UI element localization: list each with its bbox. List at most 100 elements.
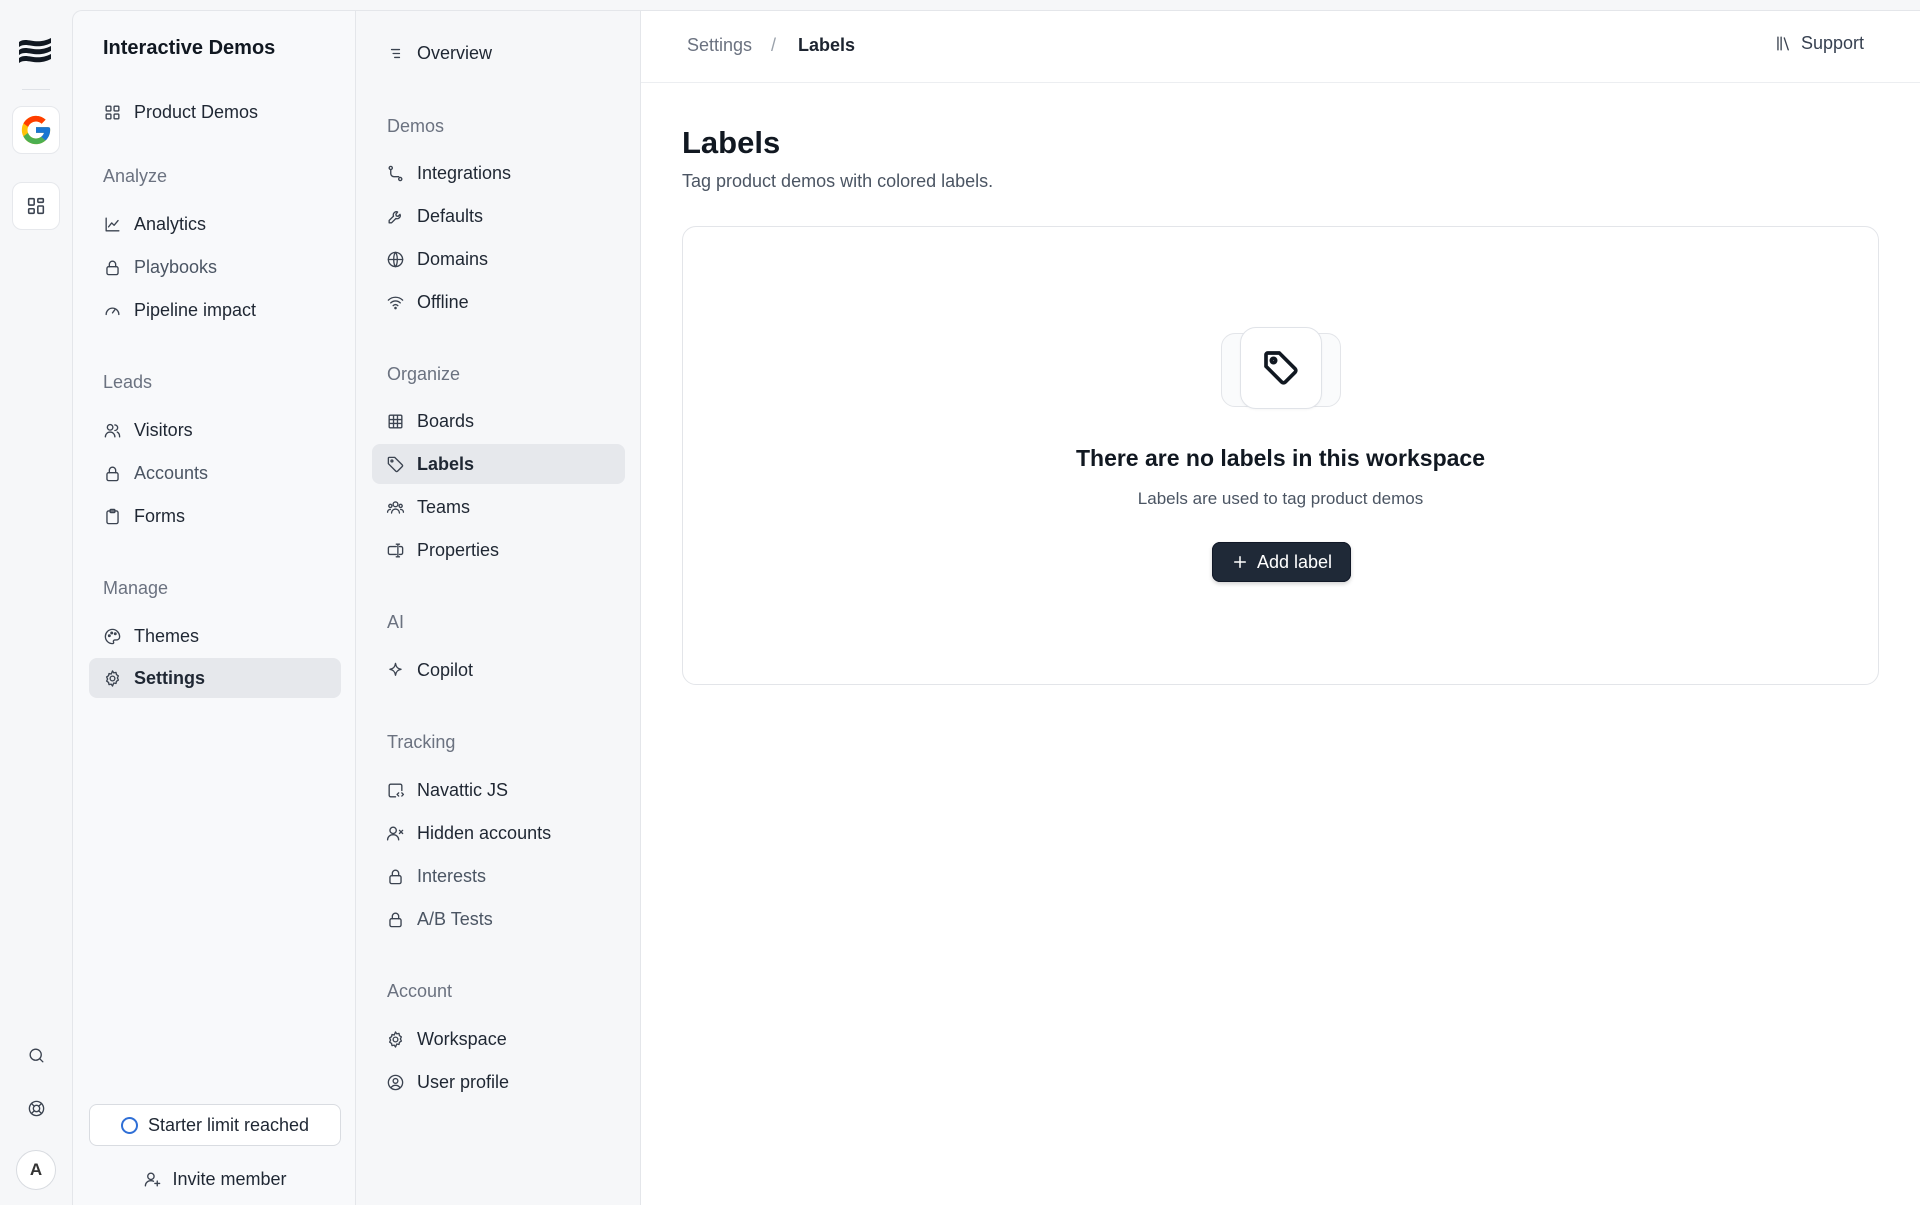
limit-ring-icon [120, 1116, 138, 1134]
workspace-title: Interactive Demos [103, 37, 276, 59]
sidebar-item-pipeline-impact[interactable]: Pipeline impact [89, 290, 341, 330]
subnav-item-workspace[interactable]: Workspace [372, 1019, 625, 1059]
sidebar-item-label: Settings [134, 667, 206, 688]
section-tracking: Tracking [387, 732, 456, 752]
subnav-item-teams[interactable]: Teams [372, 487, 625, 527]
grid-icon [103, 103, 122, 122]
clipboard-icon [103, 507, 122, 526]
user-x-icon [386, 824, 405, 843]
page-title: Labels [682, 125, 781, 160]
users-icon [103, 421, 122, 440]
subnav-item-label: Teams [417, 496, 471, 517]
add-label-text: Add label [1256, 551, 1333, 572]
subnav-item-label: Domains [417, 248, 489, 269]
gear-icon [386, 1030, 405, 1049]
invite-member-button[interactable]: Invite member [89, 1159, 341, 1199]
section-ai: AI [387, 612, 405, 632]
subnav-item-offline[interactable]: Offline [372, 282, 625, 322]
sidebar-item-label: Forms [134, 505, 185, 526]
search-button[interactable] [12, 1035, 60, 1075]
subnav-item-label: Navattic JS [417, 779, 509, 800]
user-circle-icon [386, 1073, 405, 1092]
sidebar-item-playbooks[interactable]: Playbooks [89, 247, 341, 287]
invite-label: Invite member [172, 1168, 287, 1189]
code-file-icon [386, 781, 405, 800]
subnav-item-interests[interactable]: Interests [372, 856, 625, 896]
sidebar-item-visitors[interactable]: Visitors [89, 410, 341, 450]
line-chart-icon [103, 215, 122, 234]
section-manage: Manage [103, 578, 169, 598]
help-button[interactable] [12, 1088, 60, 1128]
subnav-item-navattic-js[interactable]: Navattic JS [372, 770, 625, 810]
subnav-item-labels[interactable]: Labels [372, 444, 625, 484]
sparkle-icon [386, 661, 405, 680]
subnav-item-label: Boards [417, 410, 475, 431]
subnav-item-ab-tests[interactable]: A/B Tests [372, 899, 625, 939]
section-account: Account [387, 981, 453, 1001]
navattic-logo-icon[interactable] [13, 28, 57, 72]
table-grid-icon [386, 412, 405, 431]
section-leads: Leads [103, 372, 153, 392]
globe-icon [386, 250, 405, 269]
subnav-item-properties[interactable]: Properties [372, 530, 625, 570]
subnav-item-label: Integrations [417, 162, 512, 183]
subnav-item-label: Overview [417, 42, 493, 63]
team-icon [386, 498, 405, 517]
subnav-item-label: Interests [417, 865, 487, 886]
apps-grid-icon [25, 195, 47, 217]
lock-icon [386, 867, 405, 886]
avatar[interactable]: A [16, 1150, 56, 1190]
sidebar-item-product-demos[interactable]: Product Demos [89, 92, 341, 132]
gauge-icon [103, 301, 122, 320]
page-subtitle: Tag product demos with colored labels. [682, 171, 994, 191]
topbar: Settings / Labels Support [641, 11, 1920, 83]
tag-icon [386, 455, 405, 474]
subnav-item-defaults[interactable]: Defaults [372, 196, 625, 236]
sidebar-item-themes[interactable]: Themes [89, 616, 341, 656]
workspace-google-button[interactable] [12, 106, 60, 154]
tag-icon [1240, 327, 1322, 409]
help-lifebuoy-icon [27, 1099, 46, 1118]
subnav-item-copilot[interactable]: Copilot [372, 650, 625, 690]
subnav-item-label: Offline [417, 291, 469, 312]
section-demos: Demos [387, 116, 445, 136]
subnav-item-label: A/B Tests [417, 908, 493, 929]
sidebar-item-label: Pipeline impact [134, 299, 257, 320]
subnav-item-label: Properties [417, 539, 500, 560]
sidebar-item-label: Analytics [134, 213, 207, 234]
plus-icon [1233, 556, 1246, 568]
subnav-item-domains[interactable]: Domains [372, 239, 625, 279]
subnav-item-integrations[interactable]: Integrations [372, 153, 625, 193]
add-label-button[interactable]: Add label [1212, 542, 1351, 582]
subnav-item-label: Workspace [417, 1028, 507, 1049]
subnav-item-overview[interactable]: Overview [372, 33, 625, 73]
search-icon [27, 1046, 46, 1065]
starter-limit-button[interactable]: Starter limit reached [89, 1104, 341, 1146]
main-sidebar: Interactive Demos Product Demos Analyze … [72, 10, 356, 1205]
subnav-item-boards[interactable]: Boards [372, 401, 625, 441]
subnav-item-user-profile[interactable]: User profile [372, 1062, 625, 1102]
empty-state-illustration [1221, 327, 1341, 411]
rail-divider [22, 89, 50, 90]
library-icon [1774, 34, 1793, 53]
google-icon [21, 115, 51, 145]
subnav-item-hidden-accounts[interactable]: Hidden accounts [372, 813, 625, 853]
section-organize: Organize [387, 364, 461, 384]
user-plus-icon [143, 1170, 162, 1189]
breadcrumb-settings[interactable]: Settings [687, 35, 752, 56]
sidebar-item-settings[interactable]: Settings [89, 658, 341, 698]
gear-icon [103, 669, 122, 688]
sidebar-item-label: Themes [134, 625, 200, 646]
limit-label: Starter limit reached [147, 1114, 310, 1135]
subnav-item-label: Copilot [417, 659, 474, 680]
palette-icon [103, 627, 122, 646]
sidebar-item-accounts[interactable]: Accounts [89, 453, 341, 493]
subnav-item-label: Hidden accounts [417, 822, 552, 843]
sidebar-item-analytics[interactable]: Analytics [89, 204, 341, 244]
sidebar-item-forms[interactable]: Forms [89, 496, 341, 536]
support-button[interactable]: Support [1774, 33, 1864, 54]
apps-button[interactable] [12, 182, 60, 230]
section-analyze: Analyze [103, 166, 168, 186]
lock-icon [103, 464, 122, 483]
empty-state-card: There are no labels in this workspace La… [682, 226, 1879, 685]
